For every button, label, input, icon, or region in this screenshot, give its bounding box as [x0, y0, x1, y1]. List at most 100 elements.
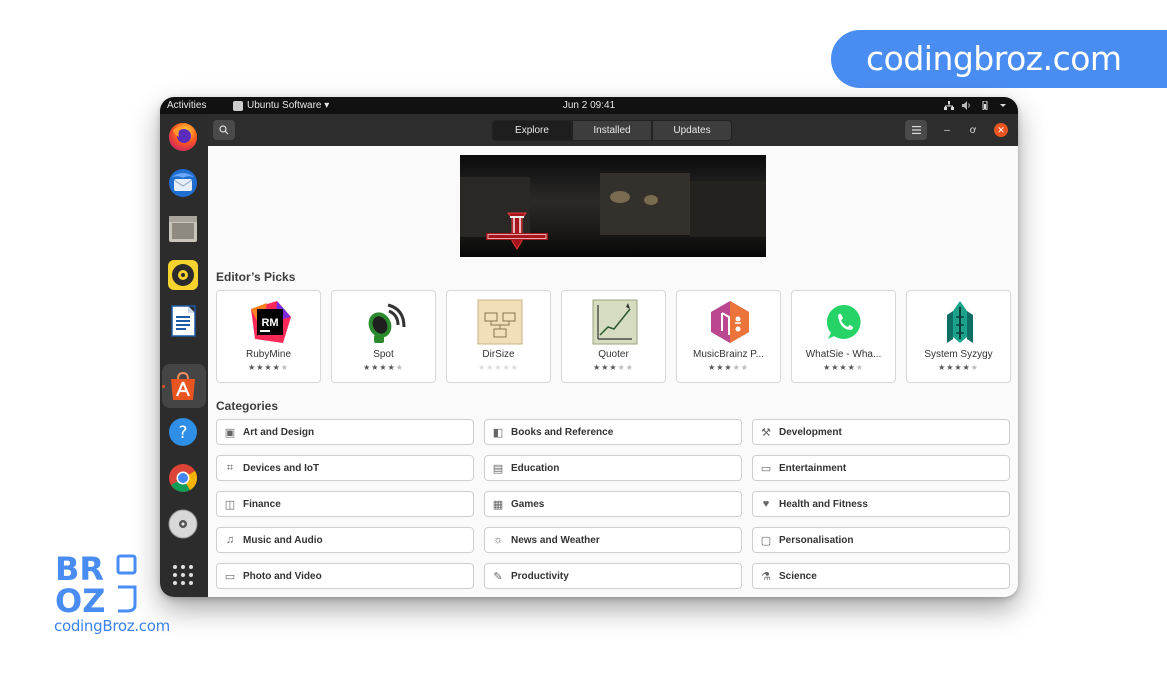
search-button[interactable] [213, 120, 235, 140]
tab-installed[interactable]: Installed [572, 120, 652, 141]
category-label: Education [511, 462, 560, 474]
brand-url: codingBroz.com [54, 617, 170, 635]
software-icon[interactable] [167, 370, 199, 402]
film-icon: ▭ [760, 462, 772, 475]
volume-icon [962, 101, 970, 110]
pencil-icon: ✎ [493, 570, 503, 583]
category-books-and-reference[interactable]: ◧ Books and Reference [484, 419, 742, 445]
category-news-and-weather[interactable]: ☼ News and Weather [484, 527, 742, 553]
video-icon: ▭ [224, 570, 236, 583]
app-tile-rubymine[interactable]: RM RubyMine ★★★★★ [216, 290, 321, 383]
book-icon: ◧ [492, 426, 504, 439]
rating-stars-filled: ★★★★ [248, 363, 281, 372]
top-bar: Activities Ubuntu Software ▾ Jun 2 09:41 [160, 97, 1018, 114]
tab-updates[interactable]: Updates [652, 120, 732, 141]
app-name: Quoter [598, 349, 629, 360]
chip-icon: ⌗ [226, 461, 234, 474]
category-personalisation[interactable]: ▢ Personalisation [752, 527, 1010, 553]
category-development[interactable]: ⚒ Development [752, 419, 1010, 445]
disc-icon[interactable] [167, 508, 199, 540]
firefox-icon[interactable] [167, 121, 199, 153]
category-label: Music and Audio [243, 534, 323, 546]
finance-icon: ◫ [224, 498, 236, 511]
category-label: Science [779, 570, 817, 582]
help-icon[interactable]: ? [167, 416, 199, 448]
rating-stars-filled: ★★★★ [823, 363, 856, 372]
art-icon: ▣ [224, 426, 236, 439]
restore-icon: ơ [969, 124, 977, 136]
app-tile-system-syzygy[interactable]: System Syzygy ★★★★★ [906, 290, 1011, 383]
minimize-button[interactable]: – [940, 123, 954, 137]
chrome-icon[interactable] [167, 462, 199, 494]
star-rating: ★★★★★ [792, 363, 895, 372]
category-music-and-audio[interactable]: ♫ Music and Audio [216, 527, 474, 553]
category-entertainment[interactable]: ▭ Entertainment [752, 455, 1010, 481]
minimize-icon: – [944, 124, 950, 136]
category-photo-and-video[interactable]: ▭ Photo and Video [216, 563, 474, 589]
category-devices-and-iot[interactable]: ⌗ Devices and IoT [216, 455, 474, 481]
game-logo-icon [486, 212, 548, 250]
category-label: Books and Reference [511, 426, 614, 438]
category-label: Devices and IoT [243, 462, 320, 474]
header-bar: Explore Installed Updates – ơ ✕ [208, 114, 1018, 146]
category-art-and-design[interactable]: ▣ Art and Design [216, 419, 474, 445]
brand-pill: codingbroz.com [831, 30, 1167, 88]
app-tile-spot[interactable]: Spot ★★★★★ [331, 290, 436, 383]
app-name: Spot [373, 349, 394, 360]
quoter-icon [592, 299, 638, 345]
chevron-down-icon [1000, 104, 1006, 107]
app-tile-quoter[interactable]: Quoter ★★★★★ [561, 290, 666, 383]
menu-button[interactable] [905, 120, 927, 140]
category-games[interactable]: ▦ Games [484, 491, 742, 517]
featured-banner[interactable] [460, 155, 766, 257]
spot-icon [368, 303, 406, 343]
flask-icon: ⚗ [761, 570, 771, 583]
category-label: Art and Design [243, 426, 315, 438]
app-name: MusicBrainz P... [693, 349, 764, 360]
monitor-icon: ▢ [760, 534, 772, 547]
close-button[interactable]: ✕ [994, 123, 1008, 137]
broz-logo: BR OZ [55, 553, 137, 615]
category-finance[interactable]: ◫ Finance [216, 491, 474, 517]
category-science[interactable]: ⚗ Science [752, 563, 1010, 589]
banner-scene [600, 173, 690, 235]
rating-stars-empty: ★ [395, 363, 404, 372]
star-rating: ★★★★★ [907, 363, 1010, 372]
thunderbird-icon[interactable] [167, 167, 199, 199]
battery-icon [982, 101, 988, 110]
wrench-icon: ⚒ [761, 426, 771, 439]
banner-scene [644, 195, 658, 205]
logo-square [116, 554, 137, 575]
star-rating: ★★★★★ [332, 363, 435, 372]
rhythmbox-icon[interactable] [167, 259, 199, 291]
category-label: Personalisation [779, 534, 854, 546]
dirsize-icon [477, 299, 523, 345]
app-tile-whatsie[interactable]: WhatSie - Wha... ★★★★★ [791, 290, 896, 383]
category-health-and-fitness[interactable]: ♥ Health and Fitness [752, 491, 1010, 517]
hamburger-icon [911, 126, 921, 134]
system-syzygy-icon [947, 301, 973, 343]
banner-scene [690, 181, 766, 237]
ubuntu-screen: Activities Ubuntu Software ▾ Jun 2 09:41 [160, 97, 1018, 597]
files-icon[interactable] [167, 213, 199, 245]
app-tile-dirsize[interactable]: DirSize ★★★★★ [446, 290, 551, 383]
app-tile-musicbrainz[interactable]: MusicBrainz P... ★★★★★ [676, 290, 781, 383]
music-note-icon: ♫ [225, 534, 235, 546]
maximize-button[interactable]: ơ [966, 123, 980, 137]
svg-text:RM: RM [261, 317, 278, 329]
rating-stars-empty: ★★★★★ [478, 363, 519, 372]
tab-explore[interactable]: Explore [492, 120, 572, 141]
rating-stars-empty: ★ [280, 363, 289, 372]
clock[interactable]: Jun 2 09:41 [160, 97, 1018, 114]
category-education[interactable]: ▤ Education [484, 455, 742, 481]
rating-stars-empty: ★ [855, 363, 864, 372]
categories-grid: ▣ Art and Design ◧ Books and Reference ⚒ De… [216, 419, 1010, 589]
category-label: Development [779, 426, 842, 438]
grid-icon[interactable] [167, 559, 199, 591]
system-tray[interactable] [944, 97, 1008, 114]
running-indicator [162, 385, 165, 388]
category-label: Productivity [511, 570, 569, 582]
category-productivity[interactable]: ✎ Productivity [484, 563, 742, 589]
writer-icon[interactable] [167, 305, 199, 337]
dock: ? [160, 114, 208, 597]
